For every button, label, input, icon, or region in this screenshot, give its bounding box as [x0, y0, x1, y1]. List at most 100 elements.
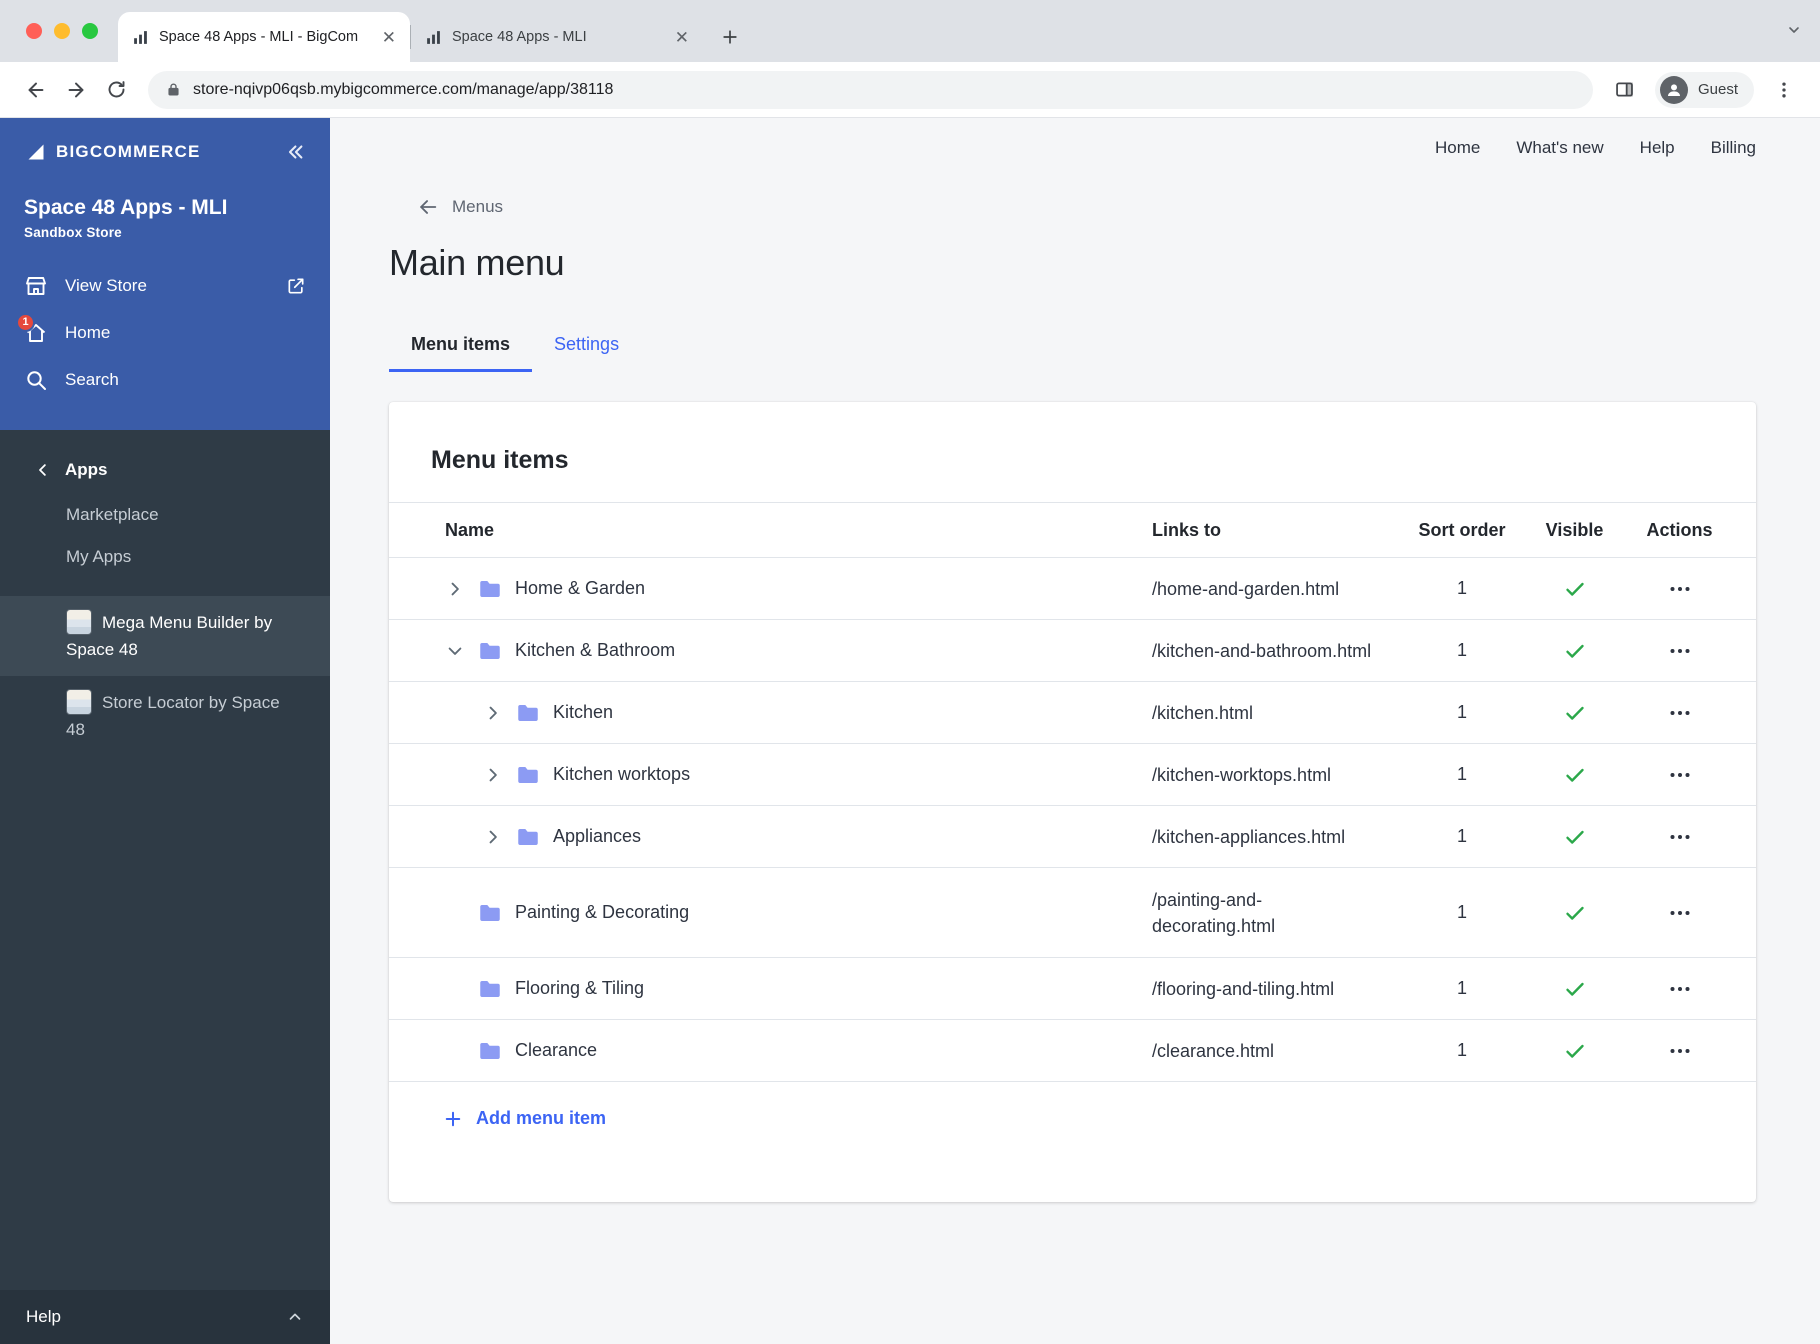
- sidebar-item-label: Search: [65, 369, 119, 389]
- menu-item-name: Clearance: [515, 1040, 598, 1060]
- visible-check-icon[interactable]: [1563, 1039, 1587, 1063]
- visible-check-icon[interactable]: [1563, 763, 1587, 787]
- add-menu-item-button[interactable]: Add menu item: [443, 1108, 1756, 1129]
- profile-button[interactable]: Guest: [1654, 71, 1754, 108]
- row-actions-button[interactable]: [1668, 577, 1692, 601]
- url-text: store-nqivp06qsb.mybigcommerce.com/manag…: [193, 80, 614, 98]
- browser-tab-active[interactable]: Space 48 Apps - MLI - BigCom ✕: [118, 12, 410, 62]
- row-actions-button[interactable]: [1668, 901, 1692, 925]
- app-thumbnail-icon: [66, 609, 92, 635]
- row-actions-button[interactable]: [1668, 825, 1692, 849]
- collapse-sidebar-icon[interactable]: [284, 141, 306, 163]
- row-actions-button[interactable]: [1668, 639, 1692, 663]
- chevron-left-icon: [34, 461, 52, 479]
- visible-check-icon[interactable]: [1563, 701, 1587, 725]
- visible-check-icon[interactable]: [1563, 977, 1587, 1001]
- sort-order-value: 1: [1456, 578, 1467, 598]
- table-row: Kitchen worktops /kitchen-worktops.html …: [389, 744, 1756, 806]
- browser-tabstrip: Space 48 Apps - MLI - BigCom ✕ Space 48 …: [0, 0, 1820, 62]
- browser-menu-icon[interactable]: [1764, 70, 1804, 110]
- breadcrumb[interactable]: Menus: [417, 196, 1756, 218]
- chevron-right-icon[interactable]: [483, 825, 515, 849]
- window-controls: [26, 23, 98, 39]
- sort-order-value: 1: [1456, 978, 1467, 998]
- folder-icon: [477, 638, 503, 664]
- sort-order-value: 1: [1456, 764, 1467, 784]
- links-to-value: /home-and-garden.html: [1152, 578, 1340, 599]
- tab-menu-items[interactable]: Menu items: [389, 334, 533, 372]
- breadcrumb-label: Menus: [452, 197, 504, 216]
- folder-icon: [477, 576, 503, 602]
- minimize-window-button[interactable]: [54, 23, 70, 39]
- tab-close-icon[interactable]: ✕: [675, 29, 689, 46]
- chevron-right-icon[interactable]: [445, 577, 477, 601]
- topnav-whats-new-link[interactable]: What's new: [1516, 138, 1603, 158]
- sidebar-item-my-apps[interactable]: My Apps: [0, 536, 330, 578]
- lock-icon: [166, 82, 181, 97]
- topnav-help-link[interactable]: Help: [1640, 138, 1675, 158]
- plus-icon: [443, 1109, 463, 1129]
- links-to-value: /kitchen.html: [1152, 702, 1254, 723]
- home-icon: 1: [16, 312, 48, 345]
- topnav-home-link[interactable]: Home: [1435, 138, 1480, 158]
- links-to-value: /kitchen-and-bathroom.html: [1152, 640, 1372, 661]
- row-actions-button[interactable]: [1668, 763, 1692, 787]
- menu-items-card: Menu items Name Links to Sort order Visi…: [389, 402, 1756, 1202]
- sidebar-app-mega-menu-builder[interactable]: Mega Menu Builder by Space 48: [0, 596, 330, 676]
- header-visible: Visible: [1545, 519, 1604, 540]
- tab-settings[interactable]: Settings: [532, 334, 641, 372]
- chevron-right-icon[interactable]: [483, 701, 515, 725]
- tab-title: Space 48 Apps - MLI - BigCom: [159, 29, 359, 45]
- reload-icon[interactable]: [96, 70, 136, 110]
- avatar: [1659, 75, 1688, 104]
- visible-check-icon[interactable]: [1563, 577, 1587, 601]
- row-actions-button[interactable]: [1668, 977, 1692, 1001]
- tab-favicon-icon: [132, 29, 149, 46]
- apps-header-label: Apps: [65, 460, 108, 479]
- tabstrip-chevron-icon[interactable]: [1786, 22, 1802, 38]
- sidebar-item-home[interactable]: 1 Home: [16, 309, 306, 356]
- app-label: Store Locator by Space 48: [66, 693, 280, 739]
- visible-check-icon[interactable]: [1563, 825, 1587, 849]
- back-icon[interactable]: [16, 70, 56, 110]
- arrow-left-icon: [417, 196, 439, 218]
- new-tab-button[interactable]: [713, 20, 747, 54]
- side-panel-icon[interactable]: [1605, 70, 1645, 110]
- folder-icon: [515, 824, 541, 850]
- external-link-icon: [286, 276, 306, 296]
- sidebar-item-search[interactable]: Search: [24, 356, 306, 403]
- row-actions-button[interactable]: [1668, 701, 1692, 725]
- tab-close-icon[interactable]: ✕: [382, 29, 396, 46]
- sidebar: BIGCOMMERCE Space 48 Apps - MLI Sandbox …: [0, 118, 330, 1344]
- tab-favicon-icon: [425, 29, 442, 46]
- sidebar-app-store-locator[interactable]: Store Locator by Space 48: [0, 676, 330, 756]
- address-bar[interactable]: store-nqivp06qsb.mybigcommerce.com/manag…: [148, 70, 1593, 109]
- notification-badge: 1: [16, 312, 35, 332]
- folder-icon: [477, 1038, 503, 1064]
- help-drawer-toggle[interactable]: Help: [0, 1290, 330, 1344]
- chevron-right-icon[interactable]: [483, 763, 515, 787]
- visible-check-icon[interactable]: [1563, 639, 1587, 663]
- sidebar-apps-back[interactable]: Apps: [0, 430, 330, 494]
- zoom-window-button[interactable]: [82, 23, 98, 39]
- sidebar-item-label: Home: [65, 322, 111, 342]
- row-actions-button[interactable]: [1668, 1039, 1692, 1063]
- sidebar-item-marketplace[interactable]: Marketplace: [0, 494, 330, 536]
- card-heading: Menu items: [431, 446, 569, 474]
- browser-tab-inactive[interactable]: Space 48 Apps - MLI ✕: [411, 12, 703, 62]
- brand-name: BIGCOMMERCE: [56, 142, 201, 161]
- visible-check-icon[interactable]: [1563, 901, 1587, 925]
- chevron-down-icon[interactable]: [445, 639, 477, 663]
- topnav-billing-link[interactable]: Billing: [1711, 138, 1756, 158]
- sidebar-item-view-store[interactable]: View Store: [24, 262, 306, 309]
- close-window-button[interactable]: [26, 23, 42, 39]
- links-to-value: /kitchen-worktops.html: [1152, 764, 1332, 785]
- profile-label: Guest: [1697, 81, 1738, 98]
- table-row: Flooring & Tiling /flooring-and-tiling.h…: [389, 958, 1756, 1020]
- forward-icon[interactable]: [56, 70, 96, 110]
- table-row: Painting & Decorating /painting-and-deco…: [389, 868, 1756, 958]
- search-icon: [24, 368, 48, 392]
